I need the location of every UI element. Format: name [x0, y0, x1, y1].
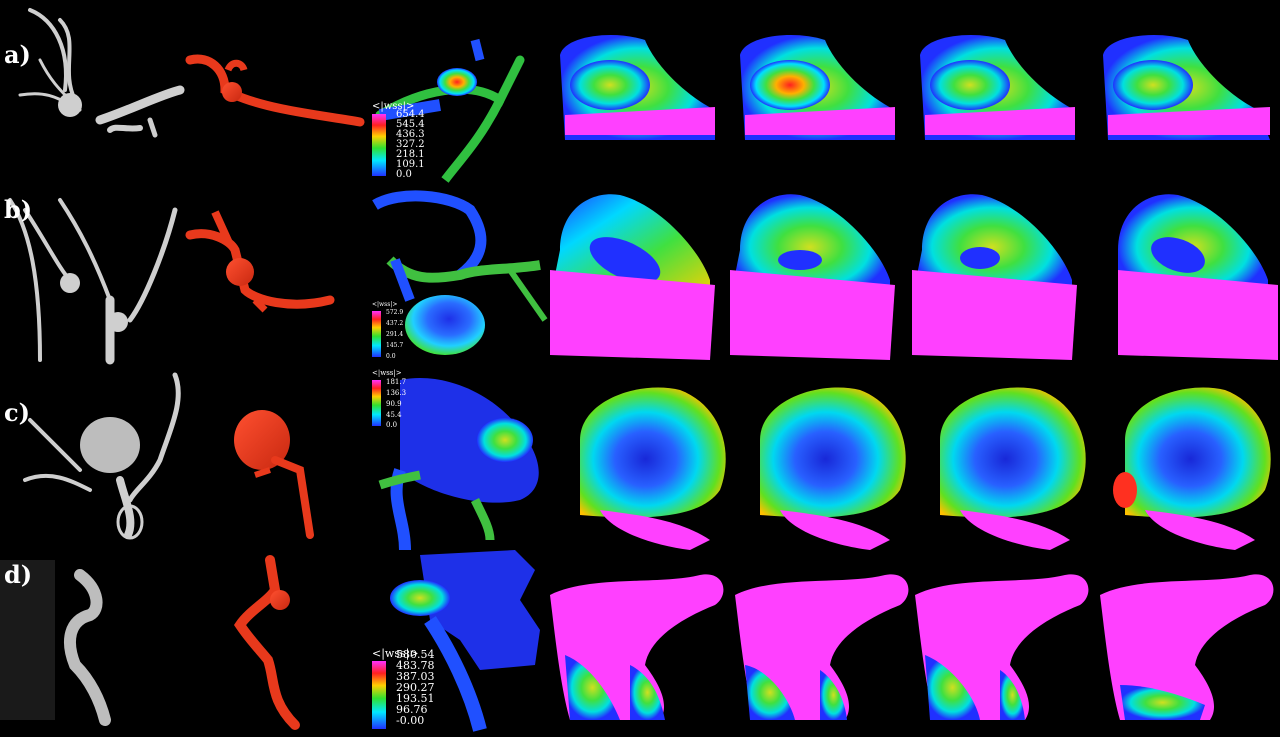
row-c-wss-overview — [378, 378, 539, 551]
row-b-angiogram — [8, 198, 178, 365]
row-b-3d-model — [185, 210, 335, 313]
legend-tick: 90.9 — [386, 400, 402, 408]
row-label-a: a) — [4, 40, 31, 69]
legend-tick: -0.00 — [396, 714, 425, 727]
row-a-angiogram — [18, 8, 185, 138]
legend-tick: 0.0 — [386, 421, 398, 429]
row-d-sac-views — [550, 574, 1274, 720]
wss-legend-a: <|wss|> 654.4 545.4 436.3 327.2 218.1 10… — [372, 102, 425, 182]
row-a-sac-views — [560, 35, 1270, 140]
legend-tick: 45.4 — [386, 411, 402, 419]
legend-tick: 291.4 — [386, 331, 404, 338]
row-label-b: b) — [4, 195, 33, 224]
row-label-c: c) — [4, 398, 30, 427]
row-c-sac-views — [580, 387, 1271, 550]
legend-colorbar — [372, 114, 386, 176]
legend-colorbar — [372, 311, 381, 357]
legend-tick: 572.9 — [386, 309, 404, 316]
row-a-3d-model — [185, 54, 365, 127]
legend-tick: 437.2 — [386, 320, 404, 327]
legend-title: <|wss|> — [372, 369, 402, 377]
legend-tick: 0.0 — [396, 169, 412, 180]
legend-tick: 0.0 — [386, 353, 396, 360]
legend-title: <|wss|> — [372, 301, 398, 308]
row-label-d: d) — [4, 560, 33, 589]
row-d-3d-model — [233, 555, 300, 730]
figure-panel: a) b) c) d) <|wss|> 654.4 545.4 436.3 32… — [0, 0, 1280, 733]
legend-tick: 136.3 — [386, 389, 407, 397]
wss-legend-b: <|wss|> 572.9 437.2 291.4 145.7 0.0 — [372, 301, 403, 360]
legend-tick: 181.7 — [386, 378, 407, 386]
row-c-3d-model — [234, 410, 314, 539]
legend-colorbar — [372, 380, 381, 426]
aneurysm-figure — [0, 8, 1278, 732]
legend-tick: 145.7 — [386, 342, 404, 349]
wss-legend-d: <|wss|> 580.54 483.78 387.03 290.27 193.… — [372, 648, 435, 733]
wss-legend-c: <|wss|> 181.7 136.3 90.9 45.4 0.0 — [372, 369, 406, 430]
row-c-angiogram — [23, 372, 181, 540]
legend-colorbar — [372, 661, 386, 729]
row-b-sac-views — [550, 194, 1278, 360]
